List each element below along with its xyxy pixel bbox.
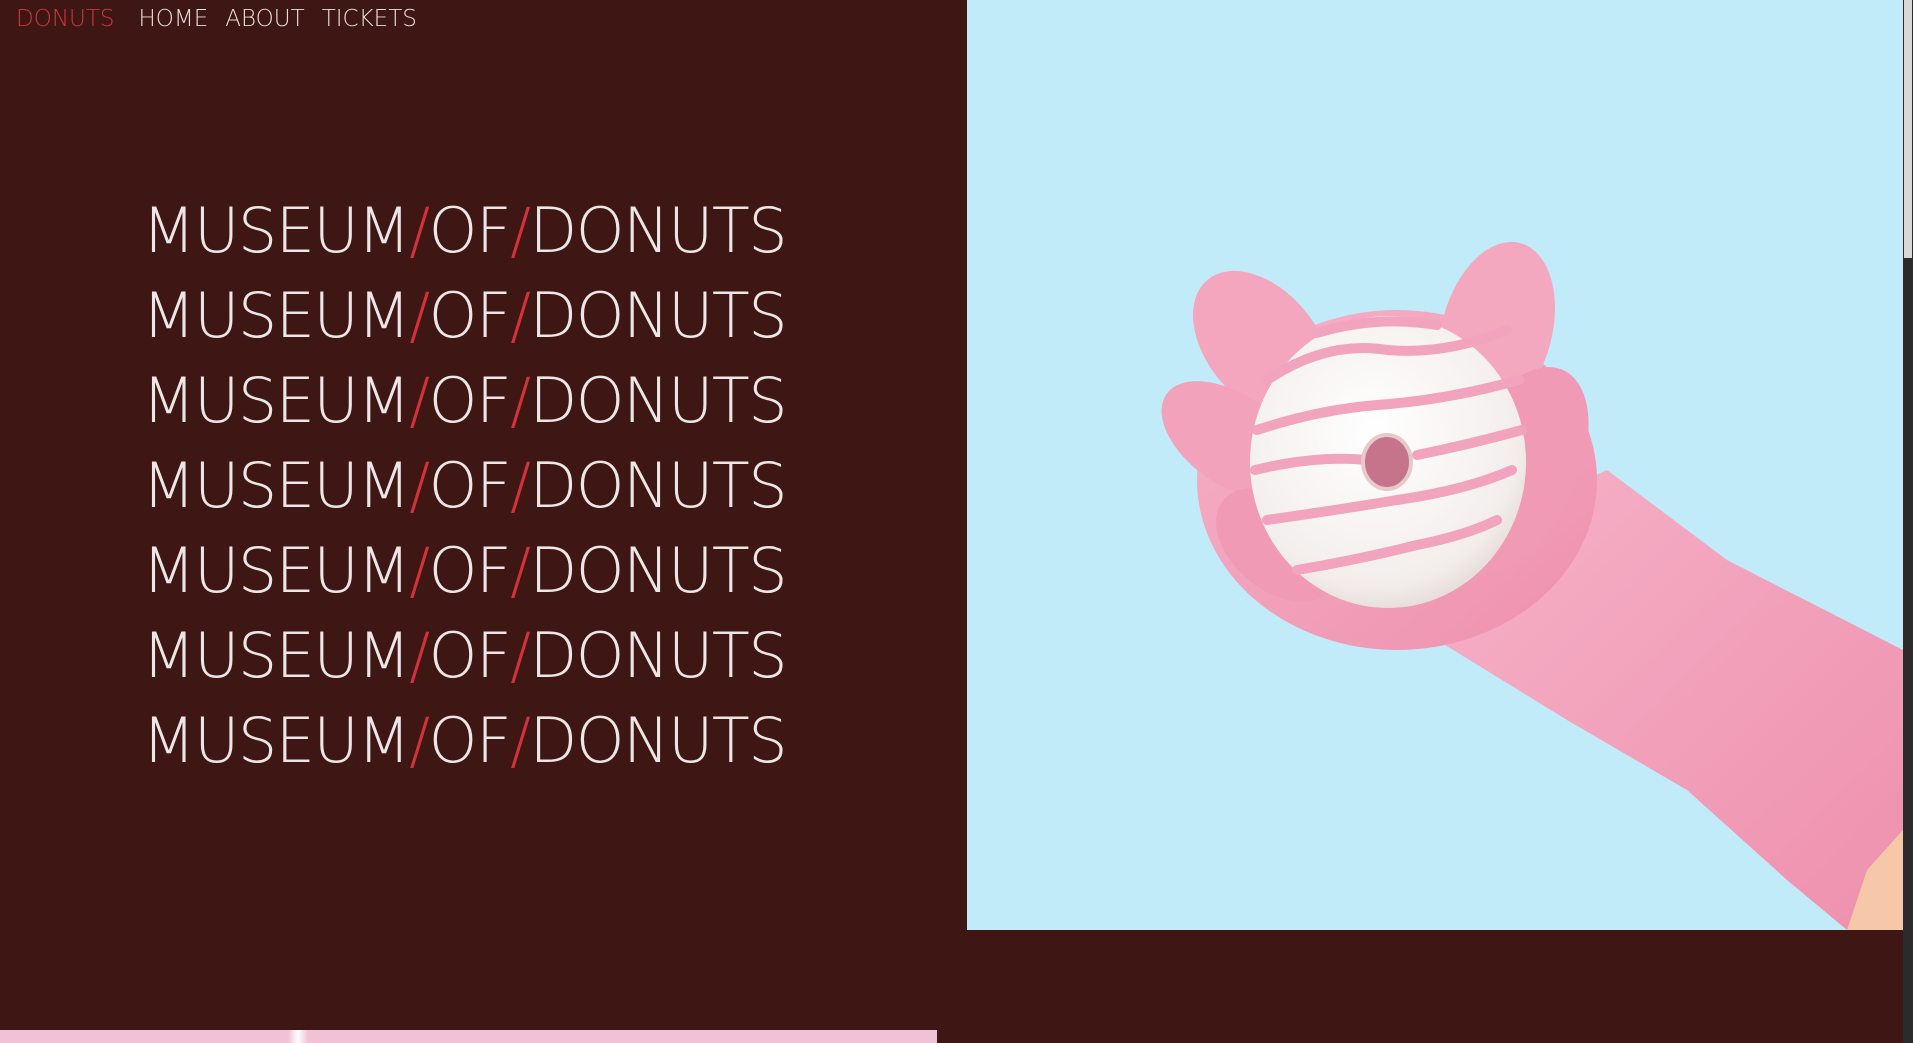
hero-slash: / bbox=[409, 534, 430, 607]
hero-word: OF bbox=[428, 364, 512, 437]
hero-slash: / bbox=[409, 449, 430, 522]
image-highlight bbox=[288, 1030, 308, 1043]
hero-word: OF bbox=[428, 449, 512, 522]
donut-glove-illustration bbox=[1161, 241, 1903, 930]
hero-word: DONUTS bbox=[529, 619, 788, 692]
top-nav: DONUTS HOME ABOUT TICKETS bbox=[16, 4, 434, 34]
hero-word: DONUTS bbox=[529, 704, 788, 777]
hero-word: OF bbox=[428, 194, 512, 267]
hero-word: DONUTS bbox=[529, 449, 788, 522]
nav-link-tickets[interactable]: TICKETS bbox=[322, 6, 417, 32]
next-section-image-preview bbox=[0, 1030, 937, 1043]
hero-word: OF bbox=[428, 534, 512, 607]
hero-title-block: MUSEUM/OF/DONUTS MUSEUM/OF/DONUTS MUSEUM… bbox=[142, 188, 842, 783]
scrollbar-thumb[interactable] bbox=[1904, 0, 1912, 258]
hero-slash: / bbox=[510, 619, 531, 692]
hero-word: OF bbox=[428, 619, 512, 692]
page-scrollbar[interactable] bbox=[1903, 0, 1913, 1043]
hero-word: DONUTS bbox=[529, 194, 788, 267]
brand-logo-link[interactable]: DONUTS bbox=[16, 6, 115, 32]
hero-slash: / bbox=[510, 449, 531, 522]
hero-word: DONUTS bbox=[529, 364, 788, 437]
hero-title-line: MUSEUM/OF/DONUTS bbox=[142, 188, 842, 273]
hero-title-line: MUSEUM/OF/DONUTS bbox=[142, 613, 842, 698]
hero-word: MUSEUM bbox=[142, 449, 411, 522]
hero-title-line: MUSEUM/OF/DONUTS bbox=[142, 443, 842, 528]
hero-title-line: MUSEUM/OF/DONUTS bbox=[142, 528, 842, 613]
hero-slash: / bbox=[409, 364, 430, 437]
hero-slash: / bbox=[510, 279, 531, 352]
hero-slash: / bbox=[409, 619, 430, 692]
hero-word: MUSEUM bbox=[142, 194, 411, 267]
hero-word: OF bbox=[428, 704, 512, 777]
hero-word: MUSEUM bbox=[142, 279, 411, 352]
hero-word: DONUTS bbox=[529, 534, 788, 607]
hero-image-donut-glove bbox=[967, 0, 1903, 930]
hero-slash: / bbox=[409, 194, 430, 267]
hero-word: MUSEUM bbox=[142, 704, 411, 777]
hero-slash: / bbox=[510, 704, 531, 777]
nav-link-home[interactable]: HOME bbox=[139, 6, 209, 32]
hero-slash: / bbox=[510, 534, 531, 607]
hero-title-line: MUSEUM/OF/DONUTS bbox=[142, 273, 842, 358]
hero-slash: / bbox=[510, 194, 531, 267]
hero-word: DONUTS bbox=[529, 279, 788, 352]
nav-link-about[interactable]: ABOUT bbox=[225, 6, 304, 32]
hero-slash: / bbox=[409, 704, 430, 777]
hero-word: MUSEUM bbox=[142, 364, 411, 437]
hero-word: MUSEUM bbox=[142, 534, 411, 607]
hero-title-line: MUSEUM/OF/DONUTS bbox=[142, 698, 842, 783]
hero-slash: / bbox=[409, 279, 430, 352]
page: DONUTS HOME ABOUT TICKETS MUSEUM/OF/DONU… bbox=[0, 0, 1913, 1043]
hero-title-line: MUSEUM/OF/DONUTS bbox=[142, 358, 842, 443]
hero-word: MUSEUM bbox=[142, 619, 411, 692]
hero-slash: / bbox=[510, 364, 531, 437]
hero-word: OF bbox=[428, 279, 512, 352]
